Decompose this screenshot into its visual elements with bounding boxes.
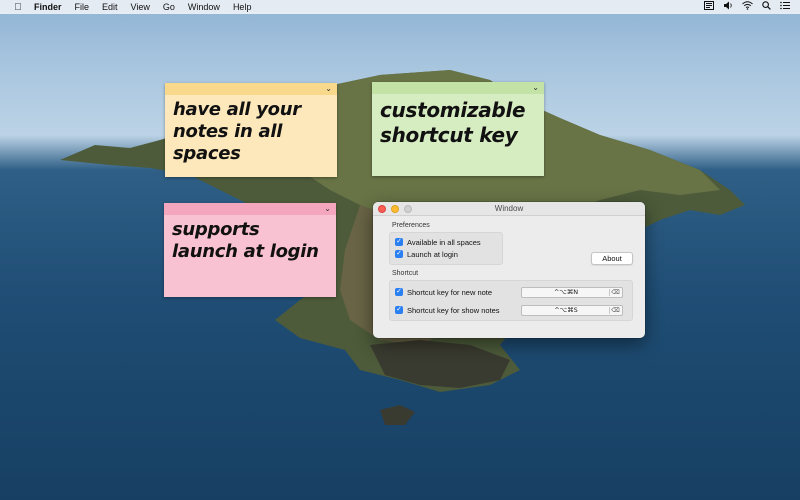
note-text[interactable]: supports launch at login	[164, 215, 336, 267]
note-title-bar[interactable]: ⌄	[372, 82, 544, 94]
shortcut-label: Shortcut	[392, 270, 419, 277]
apple-icon[interactable]: 	[12, 2, 24, 13]
wifi-icon[interactable]	[742, 0, 753, 14]
menu-window[interactable]: Window	[188, 2, 220, 12]
note-text[interactable]: have all your notes in all spaces	[165, 95, 337, 169]
show-notes-shortcut-checkbox[interactable]: ✓	[395, 306, 403, 314]
available-all-spaces-checkbox[interactable]: ✓	[395, 238, 403, 246]
list-icon[interactable]	[780, 0, 790, 14]
note-title-bar[interactable]: ⌄	[164, 203, 336, 215]
menu-finder[interactable]: Finder	[34, 2, 62, 12]
show-notes-shortcut-label: Shortcut key for show notes	[407, 305, 500, 315]
sticky-note-green[interactable]: ⌄ customizable shortcut key	[372, 82, 544, 176]
menu-view[interactable]: View	[131, 2, 150, 12]
menu-file[interactable]: File	[75, 2, 90, 12]
menu-go[interactable]: Go	[163, 2, 175, 12]
window-titlebar[interactable]: Window	[373, 202, 645, 216]
note-text[interactable]: customizable shortcut key	[372, 94, 544, 152]
launch-at-login-row[interactable]: ✓ Launch at login	[395, 249, 458, 259]
note-title-bar[interactable]: ⌄	[165, 83, 337, 95]
show-notes-shortcut-field[interactable]: ^⌥⌘S ⌫	[521, 305, 623, 316]
menu-help[interactable]: Help	[233, 2, 252, 12]
chevron-down-icon[interactable]: ⌄	[325, 83, 332, 95]
menu-edit[interactable]: Edit	[102, 2, 118, 12]
preferences-label: Preferences	[392, 222, 430, 229]
preferences-window: Window Preferences ✓ Available in all sp…	[373, 202, 645, 338]
launch-at-login-label: Launch at login	[407, 249, 458, 259]
chevron-down-icon[interactable]: ⌄	[324, 203, 331, 215]
search-icon[interactable]	[762, 0, 771, 14]
available-all-spaces-row[interactable]: ✓ Available in all spaces	[395, 237, 481, 247]
menu-bar:  Finder File Edit View Go Window Help	[0, 0, 800, 14]
volume-icon[interactable]	[723, 0, 733, 14]
notes-menu-icon[interactable]	[704, 0, 714, 14]
new-note-shortcut-row[interactable]: ✓ Shortcut key for new note	[395, 287, 492, 297]
new-note-shortcut-checkbox[interactable]: ✓	[395, 288, 403, 296]
sticky-note-pink[interactable]: ⌄ supports launch at login	[164, 203, 336, 297]
clear-shortcut-icon[interactable]: ⌫	[609, 307, 621, 314]
new-note-shortcut-field[interactable]: ^⌥⌘N ⌫	[521, 287, 623, 298]
new-note-shortcut-keys: ^⌥⌘N	[553, 288, 579, 296]
launch-at-login-checkbox[interactable]: ✓	[395, 250, 403, 258]
window-title: Window	[494, 204, 524, 213]
sticky-note-yellow[interactable]: ⌄ have all your notes in all spaces	[165, 83, 337, 177]
new-note-shortcut-label: Shortcut key for new note	[407, 287, 493, 297]
available-all-spaces-label: Available in all spaces	[407, 237, 481, 247]
show-notes-shortcut-keys: ^⌥⌘S	[554, 306, 578, 314]
show-notes-shortcut-row[interactable]: ✓ Shortcut key for show notes	[395, 305, 500, 315]
chevron-down-icon[interactable]: ⌄	[532, 82, 539, 94]
about-button[interactable]: About	[591, 252, 633, 265]
clear-shortcut-icon[interactable]: ⌫	[609, 289, 621, 296]
